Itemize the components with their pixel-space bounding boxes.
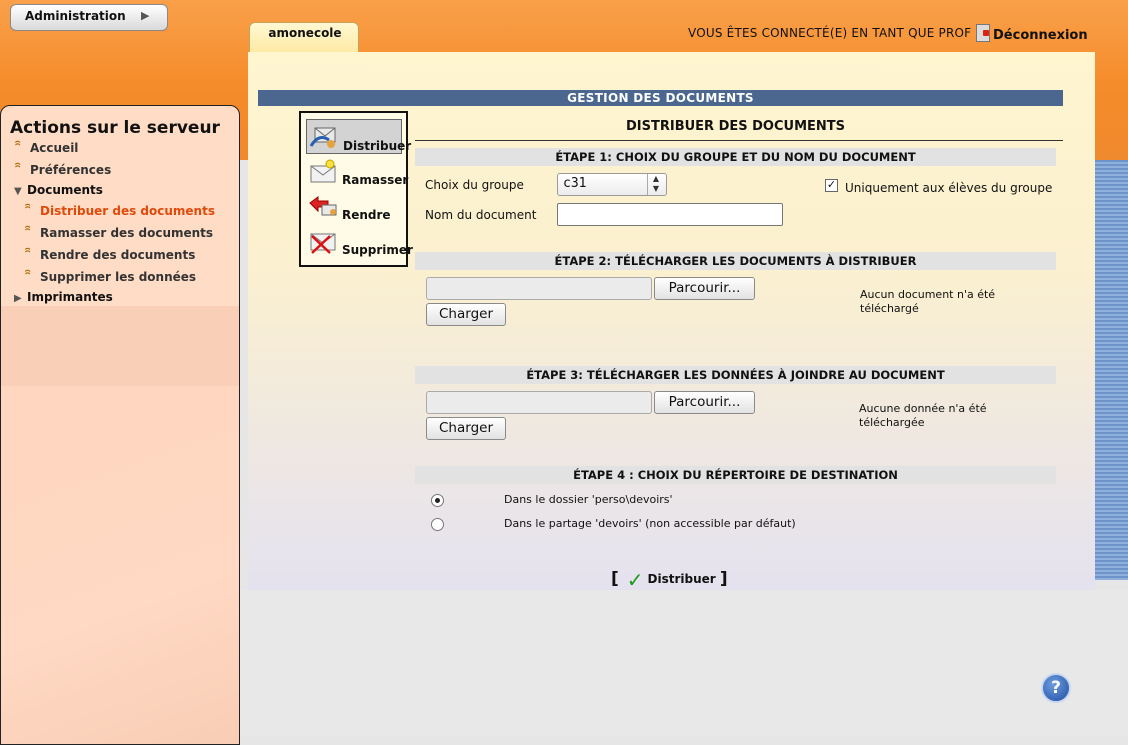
tool-label: Ramasser — [342, 173, 409, 187]
spiral-icon: ꩰ — [24, 203, 38, 221]
sidebar-item-accueil[interactable]: ꩰAccueil — [14, 140, 78, 158]
page-title: DISTRIBUER DES DOCUMENTS — [625, 119, 845, 134]
radio-perso-label: Dans le dossier 'perso\devoirs' — [504, 493, 673, 506]
tool-distribuer[interactable]: Distribuer — [306, 119, 411, 154]
triangle-down-icon: ▼ — [14, 186, 22, 197]
tool-supprimer[interactable]: Supprimer — [306, 224, 413, 259]
triangle-right-icon: ▶ — [14, 293, 22, 304]
connection-status: VOUS ÊTES CONNECTÉ(E) EN TANT QUE PROF — [688, 26, 972, 40]
logout-label: Déconnexion — [993, 28, 1088, 43]
sidebar-item-label: Préférences — [30, 163, 112, 177]
step4-header: ÉTAPE 4 : CHOIX DU RÉPERTOIRE DE DESTINA… — [415, 466, 1056, 484]
doc-name-input[interactable] — [557, 203, 783, 226]
administration-button[interactable]: Administration ▶ — [10, 4, 168, 31]
browse-button[interactable]: Parcourir... — [654, 277, 755, 300]
tab-label: amonecole — [268, 26, 342, 40]
sidebar-item-rendre[interactable]: ꩰRendre des documents — [24, 247, 195, 265]
group-label: Choix du groupe — [425, 178, 524, 192]
radio-partage-label: Dans le partage 'devoirs' (non accessibl… — [504, 517, 796, 530]
radio-partage-devoirs[interactable] — [431, 518, 444, 531]
section-title: GESTION DES DOCUMENTS — [258, 90, 1063, 106]
file-input-data[interactable] — [426, 391, 652, 414]
distribute-submit-button[interactable]: [ ✓ Distribuer ] — [611, 568, 728, 592]
file-input-documents[interactable] — [426, 277, 652, 300]
submit-label: Distribuer — [647, 572, 716, 586]
only-group-label: Uniquement aux élèves du groupe — [845, 181, 1053, 195]
collect-icon — [310, 159, 336, 183]
sidebar-item-label: Accueil — [30, 141, 79, 155]
sidebar-item-label: Documents — [27, 183, 103, 197]
status-line: téléchargée — [859, 416, 925, 429]
help-icon[interactable]: ? — [1041, 673, 1071, 703]
sidebar-item-preferences[interactable]: ꩰPréférences — [14, 162, 111, 180]
spiral-icon: ꩰ — [24, 225, 38, 243]
upload-status: Aucune donnée n'a été téléchargée — [859, 402, 987, 430]
tool-label: Rendre — [342, 208, 391, 222]
return-icon — [309, 196, 337, 216]
group-select-value: c31 — [563, 176, 587, 191]
spiral-icon: ꩰ — [14, 162, 28, 180]
tab-amonecole[interactable]: amonecole — [249, 22, 359, 52]
tool-label: Distribuer — [343, 139, 412, 153]
tool-ramasser[interactable]: Ramasser — [306, 154, 408, 189]
checkmark-icon: ✓ — [626, 568, 644, 592]
step2-header: ÉTAPE 2: TÉLÉCHARGER LES DOCUMENTS À DIS… — [415, 252, 1056, 270]
spiral-icon: ꩰ — [14, 140, 28, 158]
divider — [415, 140, 1063, 141]
sidebar-item-imprimantes[interactable]: ▶ Imprimantes — [14, 290, 113, 304]
status-line: Aucun document n'a été — [860, 288, 996, 301]
spiral-icon: ꩰ — [24, 247, 38, 265]
administration-label: Administration — [25, 9, 126, 23]
sidebar-item-label: Ramasser des documents — [40, 226, 214, 240]
sidebar-item-label: Supprimer les données — [40, 270, 197, 284]
tool-label: Supprimer — [342, 243, 413, 257]
radio-perso-devoirs[interactable] — [431, 494, 444, 507]
sidebar-shade — [1, 306, 239, 386]
sidebar-item-distribuer[interactable]: ꩰDistribuer des documents — [24, 203, 215, 221]
sidebar-item-supprimer[interactable]: ꩰSupprimer les données — [24, 269, 196, 287]
action-toolbar: Distribuer Ramasser Rendre Supprimer — [299, 111, 413, 267]
status-line: téléchargé — [860, 302, 919, 315]
spiral-icon: ꩰ — [24, 269, 38, 287]
doc-name-label: Nom du document — [425, 208, 537, 222]
sidebar-item-documents[interactable]: ▼ Documents — [14, 183, 103, 197]
sidebar-item-label: Rendre des documents — [40, 248, 196, 262]
sidebar-item-ramasser[interactable]: ꩰRamasser des documents — [24, 225, 213, 243]
play-arrow-icon: ▶ — [141, 9, 150, 22]
delete-icon — [310, 233, 336, 254]
decorative-stripes — [1095, 160, 1128, 580]
status-line: Aucune donnée n'a été — [859, 402, 987, 415]
load-button[interactable]: Charger — [426, 303, 506, 326]
logout-icon — [976, 24, 990, 42]
bracket-right: ] — [719, 569, 728, 589]
step3-header: ÉTAPE 3: TÉLÉCHARGER LES DONNÉES À JOIND… — [415, 366, 1056, 384]
group-select[interactable]: c31 ▲ ▼ — [557, 173, 667, 196]
bracket-left: [ — [611, 569, 619, 589]
sidebar-item-label: Distribuer des documents — [40, 204, 215, 218]
sidebar — [0, 105, 240, 745]
load-button[interactable]: Charger — [426, 417, 506, 440]
tool-rendre[interactable]: Rendre — [306, 189, 402, 224]
browse-button[interactable]: Parcourir... — [654, 391, 755, 414]
sidebar-title: Actions sur le serveur — [10, 118, 220, 138]
only-group-checkbox[interactable]: ✓ — [825, 179, 838, 192]
sidebar-shade — [1, 386, 239, 744]
step1-header: ÉTAPE 1: CHOIX DU GROUPE ET DU NOM DU DO… — [415, 148, 1056, 166]
chevron-updown-icon: ▲ ▼ — [647, 174, 664, 195]
distribute-icon — [309, 127, 336, 148]
upload-status: Aucun document n'a été téléchargé — [860, 288, 995, 316]
logout-link[interactable]: Déconnexion — [976, 24, 1088, 43]
sidebar-item-label: Imprimantes — [27, 290, 113, 304]
